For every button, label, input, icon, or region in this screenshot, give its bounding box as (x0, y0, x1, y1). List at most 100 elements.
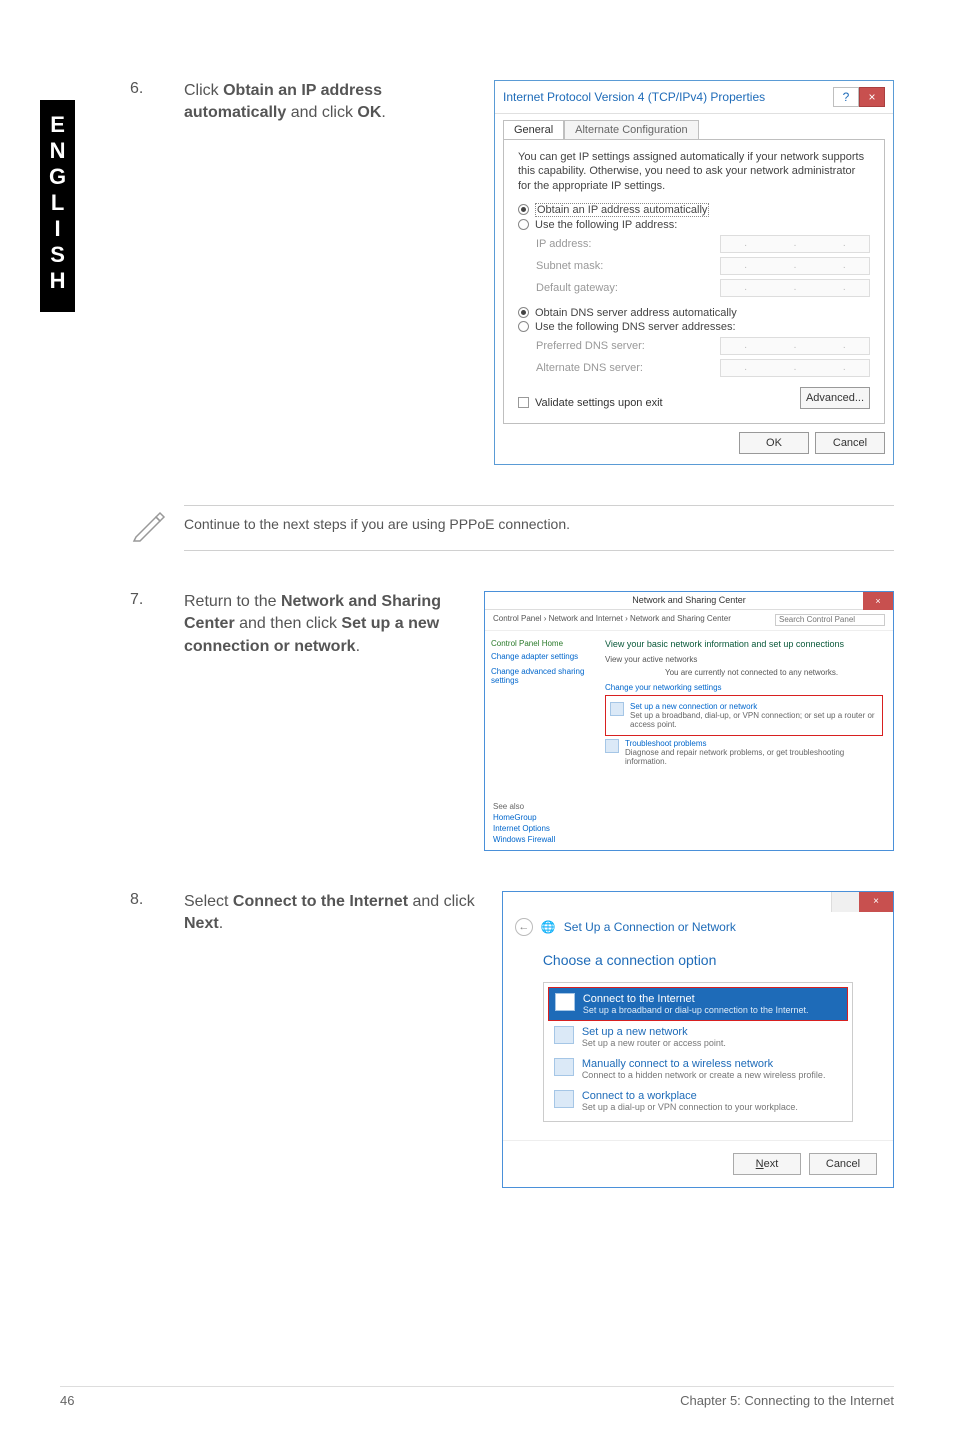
ipv4-description: You can get IP settings assigned automat… (518, 150, 870, 193)
options-list: Connect to the InternetSet up a broadban… (543, 982, 853, 1122)
radio-label: Use the following DNS server addresses: (535, 321, 736, 333)
globe-icon: 🌐 (541, 920, 556, 934)
note-text: Continue to the next steps if you are us… (184, 506, 894, 550)
radio-icon (518, 307, 529, 318)
radio-icon (518, 204, 529, 215)
see-also-label: See also (493, 802, 555, 811)
option-manual-wireless[interactable]: Manually connect to a wireless networkCo… (548, 1053, 848, 1085)
label-subnet-mask: Subnet mask: (536, 260, 603, 272)
wizard-title: Set Up a Connection or Network (564, 920, 736, 934)
radio-label: Obtain an IP address automatically (535, 203, 709, 217)
see-also-section: See also HomeGroup Internet Options Wind… (493, 802, 555, 844)
step-number: 6. (130, 80, 160, 98)
language-tab-text: ENGLISH (46, 112, 69, 294)
close-button[interactable]: × (859, 892, 893, 912)
input-default-gateway: ... (720, 279, 870, 297)
setup-connection-wizard: × ← 🌐 Set Up a Connection or Network Cho… (502, 891, 894, 1188)
troubleshoot-icon (605, 739, 619, 753)
step-number: 7. (130, 591, 160, 609)
cancel-button[interactable]: Cancel (815, 432, 885, 454)
titlebar-close-button[interactable]: × (859, 87, 885, 107)
advanced-button[interactable]: Advanced... (800, 387, 870, 409)
label-ip-address: IP address: (536, 238, 591, 250)
back-button[interactable]: ← (515, 918, 533, 936)
input-subnet-mask: ... (720, 257, 870, 275)
highlighted-setup-connection: Set up a new connection or networkSet up… (605, 695, 883, 736)
language-tab: ENGLISH (40, 100, 75, 312)
change-settings-heading: Change your networking settings (605, 683, 883, 692)
search-input[interactable] (775, 614, 885, 626)
link-homegroup[interactable]: HomeGroup (493, 813, 555, 822)
link-internet-options[interactable]: Internet Options (493, 824, 555, 833)
titlebar-help-button[interactable]: ? (833, 87, 859, 107)
input-ip-address: ... (720, 235, 870, 253)
option-connect-workplace[interactable]: Connect to a workplaceSet up a dial-up o… (548, 1085, 848, 1117)
step-8: 8. Select Connect to the Internet and cl… (130, 891, 894, 1188)
radio-icon (518, 321, 529, 332)
wizard-header: ← 🌐 Set Up a Connection or Network (503, 912, 893, 942)
step-8-text: Select Connect to the Internet and click… (184, 891, 482, 936)
cancel-button[interactable]: Cancel (809, 1153, 877, 1175)
checkbox-validate-settings[interactable]: Validate settings upon exit (518, 397, 663, 409)
workplace-icon (554, 1090, 574, 1108)
ok-button[interactable]: OK (739, 432, 809, 454)
router-icon (554, 1026, 574, 1044)
close-button[interactable]: × (863, 592, 893, 610)
label-preferred-dns: Preferred DNS server: (536, 340, 645, 352)
input-preferred-dns: ... (720, 337, 870, 355)
network-icon (610, 702, 624, 716)
step-7-text: Return to the Network and Sharing Center… (184, 591, 464, 658)
wizard-footer: Next Cancel (503, 1140, 893, 1187)
note-content: Continue to the next steps if you are us… (184, 505, 894, 551)
checkbox-label: Validate settings upon exit (535, 397, 663, 409)
option-connect-internet[interactable]: Connect to the InternetSet up a broadban… (548, 987, 848, 1021)
page-number: 46 (60, 1393, 74, 1408)
label-default-gateway: Default gateway: (536, 282, 618, 294)
tab-alternate-config[interactable]: Alternate Configuration (564, 120, 699, 139)
step-number: 8. (130, 891, 160, 909)
sidebar-change-adapter[interactable]: Change adapter settings (491, 652, 589, 661)
note-row: Continue to the next steps if you are us… (130, 505, 894, 551)
sidebar: Control Panel Home Change adapter settin… (485, 631, 595, 777)
chapter-title: Chapter 5: Connecting to the Internet (680, 1393, 894, 1408)
step-7: 7. Return to the Network and Sharing Cen… (130, 591, 894, 851)
option-setup-new-network[interactable]: Set up a new networkSet up a new router … (548, 1021, 848, 1053)
pen-icon (130, 507, 166, 548)
internet-icon (555, 993, 575, 1011)
setup-new-connection-link[interactable]: Set up a new connection or networkSet up… (610, 702, 878, 729)
label-alternate-dns: Alternate DNS server: (536, 362, 643, 374)
link-windows-firewall[interactable]: Windows Firewall (493, 835, 555, 844)
radio-obtain-dns-auto[interactable]: Obtain DNS server address automatically (518, 307, 870, 319)
ipv4-properties-dialog: Internet Protocol Version 4 (TCP/IPv4) P… (494, 80, 894, 465)
wireless-icon (554, 1058, 574, 1076)
network-sharing-center-window: Network and Sharing Center × Control Pan… (484, 591, 894, 851)
checkbox-icon (518, 397, 529, 408)
step-6-text: Click Obtain an IP address automatically… (184, 80, 464, 125)
active-networks-label: View your active networks (605, 655, 883, 664)
troubleshoot-link[interactable]: Troubleshoot problemsDiagnose and repair… (605, 739, 883, 766)
radio-use-following-ip[interactable]: Use the following IP address: (518, 219, 870, 231)
dialog-titlebar: Internet Protocol Version 4 (TCP/IPv4) P… (495, 81, 893, 114)
main-panel: View your basic network information and … (595, 631, 893, 777)
dialog-tabs: General Alternate Configuration (503, 120, 885, 139)
next-button[interactable]: Next (733, 1153, 801, 1175)
step-6: 6. Click Obtain an IP address automatica… (130, 80, 894, 465)
minimize-button[interactable] (831, 892, 859, 912)
sidebar-home[interactable]: Control Panel Home (491, 639, 589, 648)
tab-general[interactable]: General (503, 120, 564, 139)
panel-heading: View your basic network information and … (605, 639, 883, 649)
window-titlebar: × (503, 892, 893, 912)
dialog-title: Internet Protocol Version 4 (TCP/IPv4) P… (503, 90, 765, 104)
radio-label: Obtain DNS server address automatically (535, 307, 737, 319)
wizard-question: Choose a connection option (543, 952, 853, 968)
radio-label: Use the following IP address: (535, 219, 677, 231)
input-alternate-dns: ... (720, 359, 870, 377)
tab-general-content: You can get IP settings assigned automat… (503, 139, 885, 424)
sidebar-change-sharing[interactable]: Change advanced sharing settings (491, 667, 589, 685)
no-networks-text: You are currently not connected to any n… (665, 668, 883, 677)
breadcrumb[interactable]: Control Panel › Network and Internet › N… (493, 614, 731, 626)
page-footer: 46 Chapter 5: Connecting to the Internet (60, 1386, 894, 1408)
radio-obtain-ip-auto[interactable]: Obtain an IP address automatically (518, 203, 870, 217)
radio-use-following-dns[interactable]: Use the following DNS server addresses: (518, 321, 870, 333)
radio-icon (518, 219, 529, 230)
